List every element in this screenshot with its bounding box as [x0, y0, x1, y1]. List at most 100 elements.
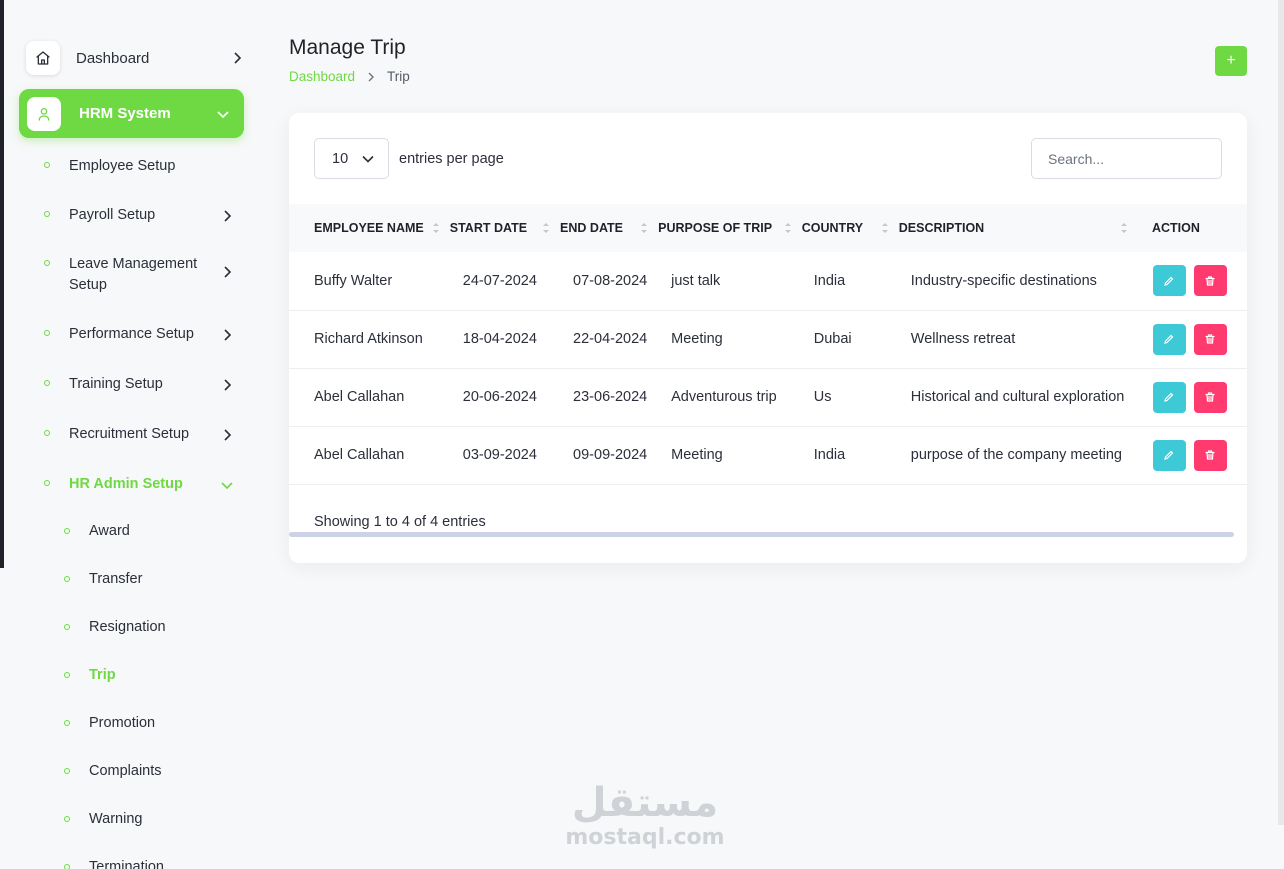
- cell-employee-name: Richard Atkinson: [314, 331, 423, 347]
- table-row: Abel Callahan 03-09-2024 09-09-2024 Meet…: [289, 426, 1247, 484]
- trip-table-card: 10 entries per page Employee Name Start …: [289, 113, 1247, 563]
- bullet-icon: [64, 576, 70, 582]
- sidebar-item-hrm-system[interactable]: HRM System: [19, 89, 244, 138]
- sidebar-subitem-label: Resignation: [89, 619, 166, 635]
- bullet-icon: [44, 480, 50, 486]
- cell-purpose: just talk: [671, 272, 721, 289]
- pencil-icon: [1164, 334, 1174, 344]
- cell-description: Historical and cultural exploration: [910, 389, 1125, 405]
- column-header-label: Action: [1151, 221, 1200, 235]
- sidebar-item-leave-management-setup[interactable]: Leave Management Setup: [44, 254, 234, 296]
- pencil-icon: [1164, 450, 1174, 460]
- sidebar-item-recruitment-setup[interactable]: Recruitment Setup: [44, 424, 234, 445]
- table-horizontal-scrollbar[interactable]: [289, 532, 1234, 537]
- cell-end-date: 07-08-2024: [573, 272, 648, 289]
- column-header-label: Employee Name: [314, 221, 424, 235]
- sidebar-item-training-setup[interactable]: Training Setup: [44, 374, 234, 395]
- breadcrumb-current: Trip: [387, 69, 410, 84]
- cell-country: India: [813, 272, 846, 289]
- cell-employee-name: Buffy Walter: [314, 272, 393, 289]
- delete-button[interactable]: [1193, 381, 1227, 413]
- breadcrumb: Dashboard Trip: [289, 69, 410, 84]
- sidebar-subitem-award[interactable]: Award: [64, 523, 130, 539]
- sidebar-subitem-transfer[interactable]: Transfer: [64, 571, 142, 587]
- sort-icon: [1120, 221, 1128, 235]
- column-header-description[interactable]: Description: [899, 204, 1142, 252]
- watermark-arabic: مستقل: [571, 780, 719, 826]
- sidebar-subitem-label: Warning: [89, 811, 143, 827]
- table-info: Showing 1 to 4 of 4 entries: [314, 514, 486, 530]
- page-size-value: 10: [332, 150, 349, 167]
- column-header-purpose[interactable]: Purpose of Trip: [658, 204, 802, 252]
- table-row: Buffy Walter 24-07-2024 07-08-2024 just …: [289, 252, 1247, 310]
- table-header-row: Employee Name Start Date End Date Purpos…: [289, 204, 1247, 252]
- chevron-right-icon: [367, 72, 375, 82]
- trash-icon: [1205, 334, 1216, 344]
- sidebar-subitem-promotion[interactable]: Promotion: [64, 715, 155, 731]
- sidebar-item-dashboard[interactable]: Dashboard: [26, 40, 244, 76]
- trash-icon: [1205, 392, 1216, 402]
- home-icon: [26, 41, 60, 75]
- edit-button[interactable]: [1152, 323, 1186, 355]
- trash-icon: [1205, 276, 1216, 286]
- column-header-country[interactable]: Country: [802, 204, 899, 252]
- cell-description: Wellness retreat: [910, 331, 1016, 347]
- bullet-icon: [64, 672, 70, 678]
- delete-button[interactable]: [1193, 439, 1227, 471]
- column-header-start-date[interactable]: Start Date: [450, 204, 560, 252]
- sidebar: Dashboard HRM System Employee Setup Payr…: [0, 0, 260, 869]
- sidebar-item-payroll-setup[interactable]: Payroll Setup: [44, 205, 234, 226]
- column-header-label: Start Date: [449, 221, 528, 235]
- page-size-select[interactable]: 10: [314, 138, 389, 179]
- bullet-icon: [64, 624, 70, 630]
- sidebar-item-label: Recruitment Setup: [69, 426, 190, 442]
- sort-icon: [881, 221, 889, 235]
- sidebar-item-label: Leave Management Setup: [69, 256, 198, 293]
- bullet-icon: [64, 768, 70, 774]
- cell-purpose: Adventurous trip: [671, 389, 777, 405]
- column-header-end-date[interactable]: End Date: [560, 204, 658, 252]
- sidebar-item-performance-setup[interactable]: Performance Setup: [44, 324, 234, 345]
- sidebar-item-hr-admin-setup[interactable]: HR Admin Setup: [44, 474, 234, 495]
- add-trip-button[interactable]: +: [1215, 46, 1247, 76]
- sidebar-item-label: Payroll Setup: [69, 207, 156, 223]
- cell-start-date: 20-06-2024: [462, 389, 537, 405]
- bullet-icon: [44, 211, 50, 217]
- pencil-icon: [1164, 392, 1174, 402]
- column-header-label: Purpose of Trip: [658, 221, 773, 235]
- pencil-icon: [1164, 276, 1174, 286]
- sidebar-item-label: Dashboard: [76, 49, 150, 67]
- sort-icon: [432, 221, 440, 235]
- sidebar-item-label: HRM System: [79, 105, 171, 122]
- cell-country: Dubai: [813, 331, 852, 347]
- bullet-icon: [64, 816, 70, 822]
- edit-button[interactable]: [1152, 439, 1186, 471]
- search-input[interactable]: [1031, 138, 1222, 179]
- sidebar-subitem-label: Trip: [89, 667, 116, 683]
- delete-button[interactable]: [1193, 323, 1227, 355]
- column-header-employee-name[interactable]: Employee Name: [289, 204, 450, 252]
- trip-table: Employee Name Start Date End Date Purpos…: [289, 204, 1247, 485]
- sidebar-subitem-trip[interactable]: Trip: [64, 667, 116, 683]
- user-icon: [27, 96, 61, 131]
- table-row: Richard Atkinson 18-04-2024 22-04-2024 M…: [289, 310, 1247, 368]
- cell-end-date: 22-04-2024: [573, 331, 648, 347]
- sort-icon: [640, 221, 648, 235]
- sidebar-item-label: HR Admin Setup: [69, 476, 183, 492]
- cell-description: purpose of the company meeting: [910, 447, 1122, 463]
- column-header-action: Action: [1142, 204, 1247, 252]
- sidebar-item-employee-setup[interactable]: Employee Setup: [44, 156, 234, 177]
- sidebar-subitem-resignation[interactable]: Resignation: [64, 619, 166, 635]
- edit-button[interactable]: [1152, 265, 1186, 297]
- sidebar-subitem-termination[interactable]: Termination: [64, 859, 164, 869]
- page-scrollbar[interactable]: [1278, 0, 1284, 825]
- column-header-label: Country: [801, 221, 864, 235]
- delete-button[interactable]: [1193, 265, 1227, 297]
- watermark-latin: mostaql.com: [565, 825, 725, 850]
- breadcrumb-home-link[interactable]: Dashboard: [289, 69, 355, 84]
- sidebar-subitem-complaints[interactable]: Complaints: [64, 763, 162, 779]
- column-header-label: End Date: [560, 221, 624, 235]
- sidebar-subitem-warning[interactable]: Warning: [64, 811, 142, 827]
- chevron-right-icon: [220, 265, 234, 279]
- edit-button[interactable]: [1152, 381, 1186, 413]
